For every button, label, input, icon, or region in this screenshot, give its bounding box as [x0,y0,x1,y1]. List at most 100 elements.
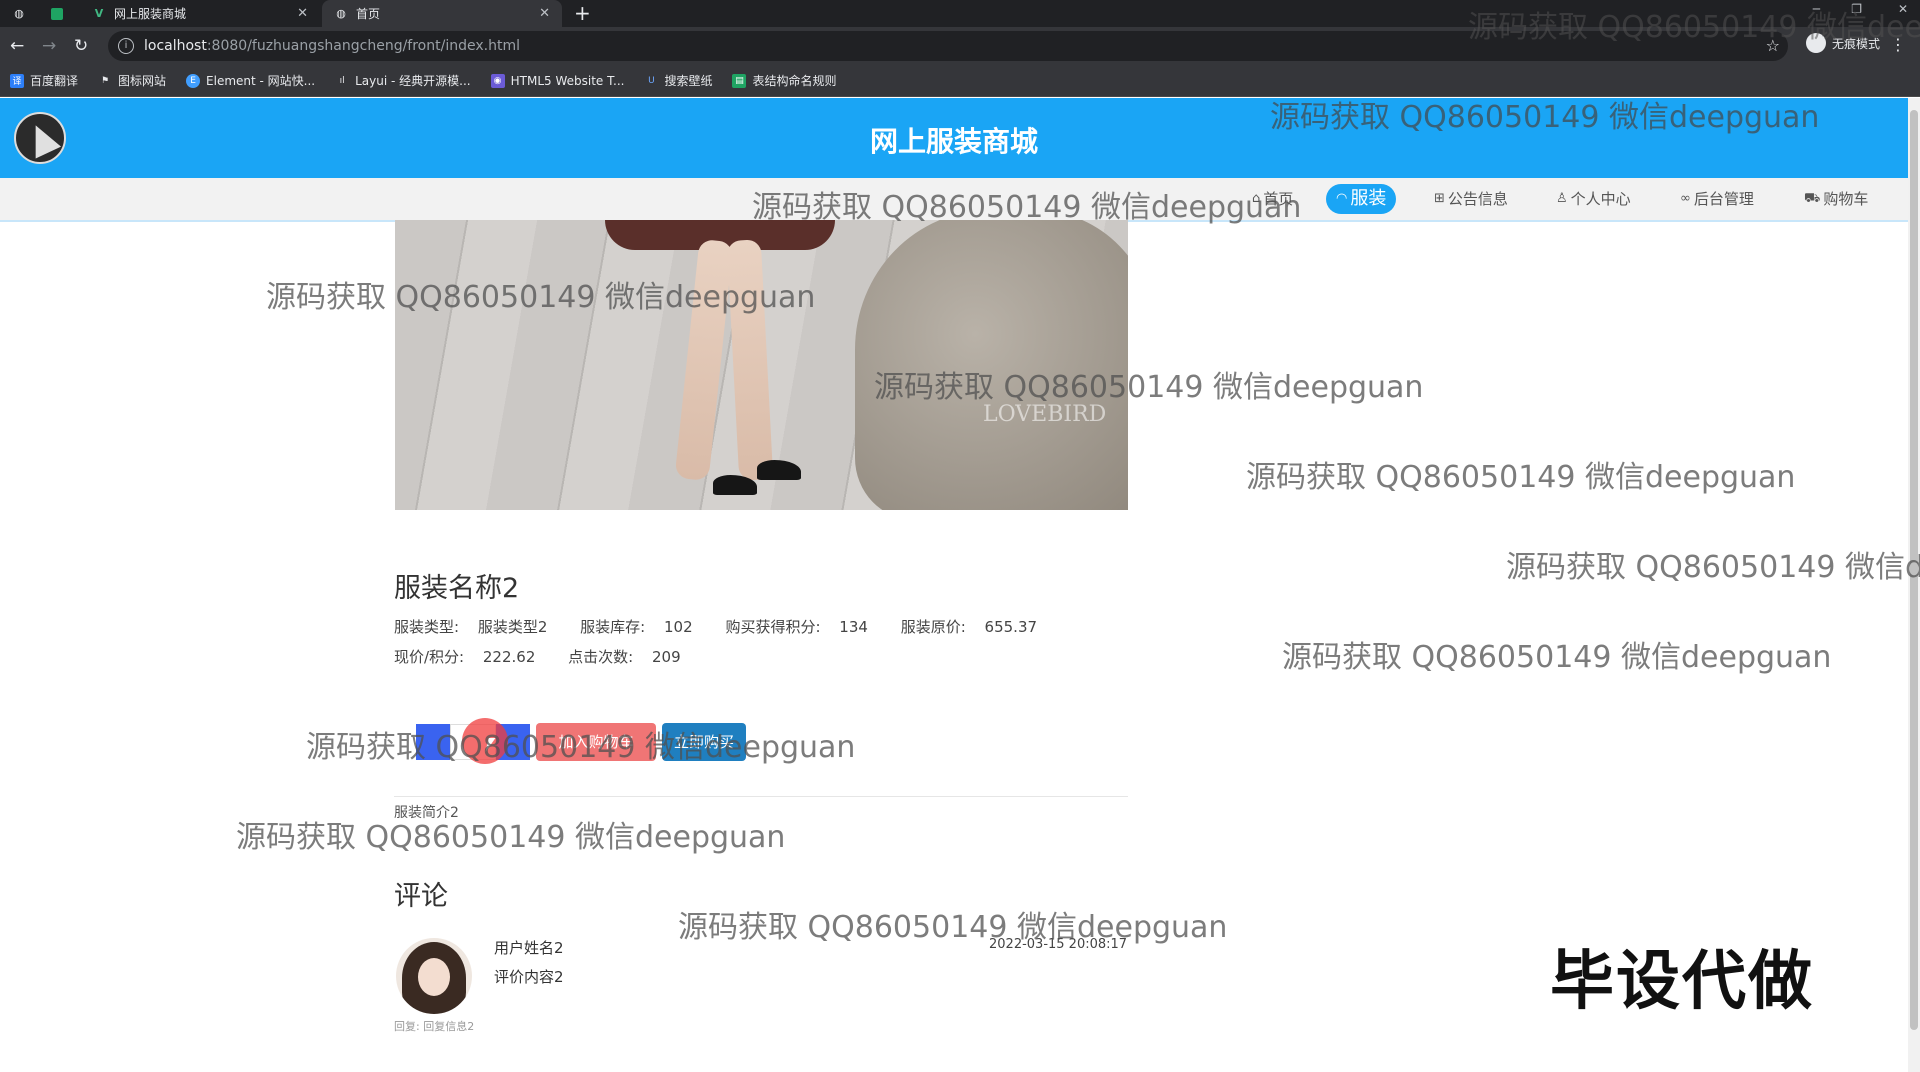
nav-label: 服装 [1350,188,1387,209]
meta-value: 209 [652,648,681,666]
bookmark-label: 表结构命名规则 [752,74,837,88]
avatar [396,938,472,1014]
nav-notice[interactable]: ⊞ 公告信息 [1434,184,1508,214]
add-to-cart-button[interactable]: 加入购物车 [536,723,656,761]
chrome-icon: ◍ [14,7,24,20]
nav-profile[interactable]: ♙ 个人中心 [1556,184,1631,214]
address-bar[interactable]: i localhost:8080/fuzhuangshangcheng/fron… [108,31,1788,61]
browser-toolbar: ← → ↻ i localhost:8080/fuzhuangshangchen… [0,27,1920,65]
comments-heading: 评论 [394,881,448,912]
close-icon[interactable]: ✕ [539,6,550,21]
menu-icon[interactable]: ⋮ [1890,35,1906,54]
quantity-decrease-button[interactable] [416,724,450,760]
nav-clothing[interactable]: ◠ 服装 [1326,184,1397,214]
nav-home[interactable]: ⌂ 首页 [1252,184,1293,214]
bookmark-item[interactable]: ıl Layui - 经典开源模... [335,72,471,89]
incognito-profile[interactable]: 无痕模式 [1805,33,1880,53]
product-meta-line2: 现价/积分: 222.62 点击次数: 209 [394,646,709,667]
comment-content: 评价内容2 [494,968,564,986]
close-icon[interactable]: ✕ [297,6,308,21]
notice-icon: ⊞ [1434,191,1445,206]
nav-label: 购物车 [1823,190,1869,208]
meta-value: 服装类型2 [477,618,548,636]
browser-titlebar: ◍ V 网上服装商城 ✕ ◍ 首页 ✕ + ─ ❐ ✕ [0,0,1920,27]
close-window-icon[interactable]: ✕ [1898,2,1908,16]
tab-label: 网上服装商城 [114,7,187,21]
bookmark-item[interactable]: ▤ 表结构命名规则 [732,72,836,89]
vue-icon: V [94,7,104,20]
pinned-tab[interactable] [38,0,78,27]
product-name: 服装名称2 [394,573,520,604]
bookmark-label: Element - 网站快... [206,74,316,88]
bookmark-label: 图标网站 [118,74,167,88]
sheet-icon: ▤ [732,73,747,88]
product-image: LOVEBIRD [395,220,1128,510]
home-icon: ⌂ [1252,191,1261,206]
meta-value: 134 [839,618,868,636]
element-icon: E [186,73,201,88]
site-nav: ⌂ 首页 ◠ 服装 ⊞ 公告信息 ♙ 个人中心 ∞ 后台管理 ⛟ 购物车 [0,178,1908,222]
watermark: 源码获取 QQ86050149 微信deepguan [236,820,786,855]
watermark: 源码获取 QQ86050149 微信deepguan [1282,640,1832,675]
nav-label: 公告信息 [1447,190,1508,208]
meta-value: 655.37 [984,618,1038,636]
meta-label: 点击次数: [568,648,634,666]
bookmark-item[interactable]: U 搜索壁纸 [644,72,712,89]
meta-value: 222.62 [482,648,536,666]
tab-label: 首页 [356,7,381,21]
meta-label: 购买获得积分: [725,618,821,636]
tab-shop[interactable]: V 网上服装商城 ✕ [80,0,320,27]
url-host: localhost [144,38,207,54]
comment-user: 用户姓名2 [494,939,564,957]
nav-admin[interactable]: ∞ 后台管理 [1680,184,1754,214]
nav-label: 后台管理 [1693,190,1754,208]
product-meta-line1: 服装类型: 服装类型2 服装库存: 102 购买获得积分: 134 服装原价: … [394,616,1065,637]
translate-icon: 译 [10,73,24,88]
divider [394,796,1128,797]
watermark: 源码获取 QQ86050149 微信deepguan [678,910,1228,945]
site-header: 网上服装商城 [0,98,1908,178]
bookmark-item[interactable]: ⚑ 图标网站 [98,72,166,89]
page-scrollbar[interactable] [1908,98,1920,1072]
bookmark-star-icon[interactable]: ☆ [1766,36,1780,55]
flag-icon: ⚑ [100,75,110,86]
cart-icon: ⛟ [1804,191,1821,206]
buy-now-button[interactable]: 立即购买 [662,723,746,761]
promo-stamp: 毕设代做 [1550,945,1814,1019]
info-icon[interactable]: i [118,38,134,54]
meta-label: 现价/积分: [394,648,465,666]
forward-icon[interactable]: → [42,36,56,56]
watermark: 源码获取 QQ86050149 微信deepguan [1506,550,1920,585]
incognito-label: 无痕模式 [1831,36,1880,51]
bookmark-label: Layui - 经典开源模... [355,74,471,88]
wallpaper-icon: U [648,75,655,86]
link-icon: ∞ [1680,191,1691,206]
watermark: 源码获取 QQ86050149 微信deepguan [1246,460,1796,495]
bookmark-item[interactable]: E Element - 网站快... [186,72,315,89]
nav-label: 个人中心 [1570,190,1631,208]
meta-label: 服装原价: [900,618,966,636]
meta-value: 102 [664,618,693,636]
reload-icon[interactable]: ↻ [74,36,88,56]
product-description: 服装简介2 [394,805,459,821]
site-title: 网上服装商城 [869,125,1038,158]
nav-cart[interactable]: ⛟ 购物车 [1804,184,1868,214]
meta-label: 服装库存: [580,618,646,636]
minimize-icon[interactable]: ─ [1813,2,1820,16]
user-icon: ♙ [1556,191,1568,206]
new-tab-button[interactable]: + [574,0,591,27]
tab-home[interactable]: ◍ 首页 ✕ [322,0,562,27]
html5-icon: ◉ [490,73,505,88]
layui-icon: ıl [339,75,345,86]
globe-icon: ◍ [336,7,346,20]
scrollbar-thumb[interactable] [1910,110,1918,1030]
comment-reply: 回复: 回复信息2 [394,1020,475,1033]
bookmark-item[interactable]: ◉ HTML5 Website T... [490,73,625,88]
incognito-icon [1805,33,1826,53]
shirt-icon: ◠ [1336,191,1348,206]
bookmark-label: 搜索壁纸 [664,74,713,88]
restore-icon[interactable]: ❐ [1851,2,1862,16]
back-icon[interactable]: ← [10,36,24,56]
bookmark-item[interactable]: 译百度翻译 [10,72,78,89]
bookmark-label: HTML5 Website T... [510,73,625,88]
